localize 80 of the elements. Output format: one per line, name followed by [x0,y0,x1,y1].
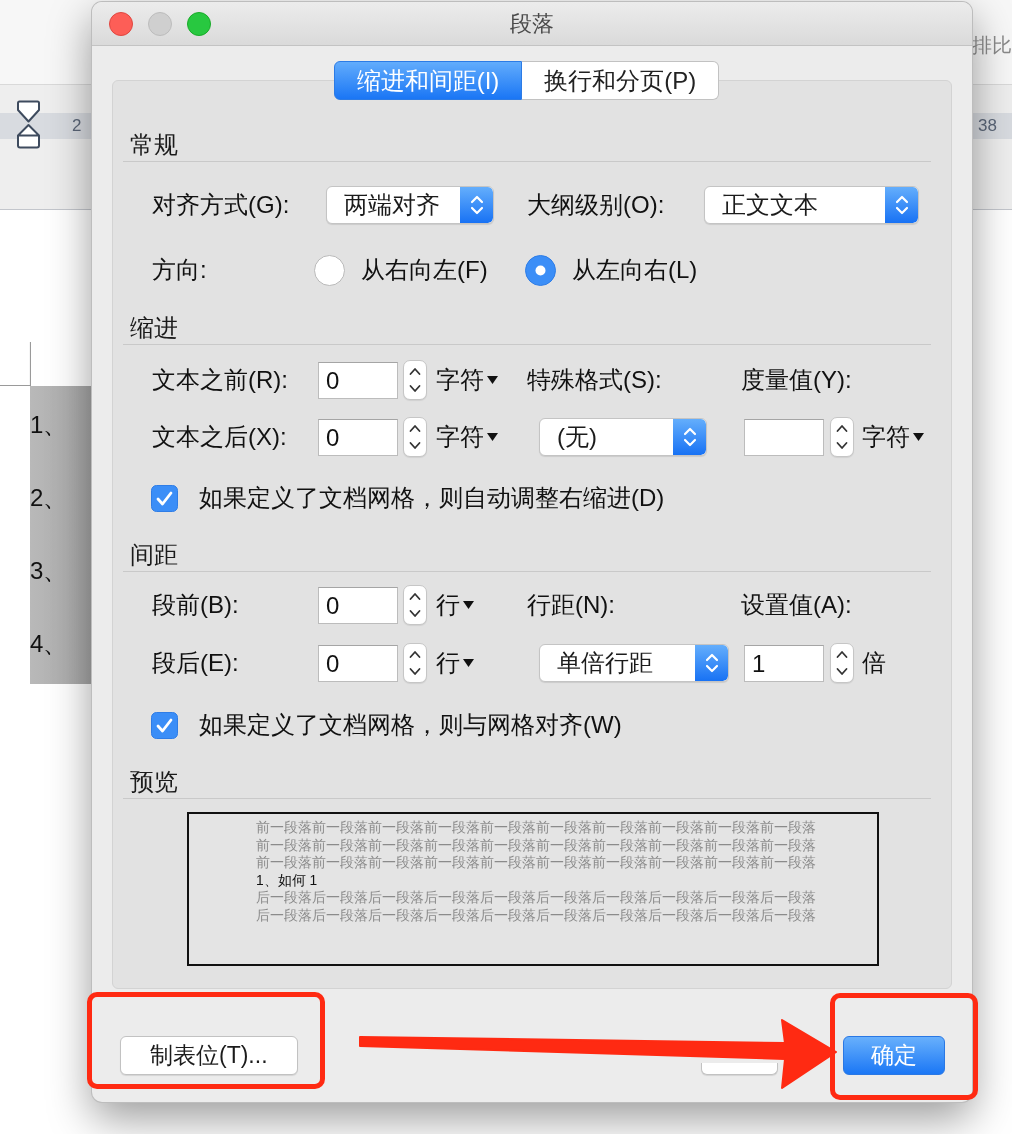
special-indent-select[interactable]: (无) [539,418,707,456]
preview-text-line: 前一段落前一段落前一段落前一段落前一段落前一段落前一段落前一段落前一段落前一段落 [256,837,816,853]
push-button[interactable]: 制表位(T)... [120,1036,298,1075]
up-down-chevron-icon [695,645,728,681]
radio-button[interactable] [314,254,345,286]
field-label: 段后(E): [152,649,239,677]
ruler-number: 2 [72,116,82,136]
field-label: 方向: [152,256,207,284]
indent-amount-field[interactable] [744,418,824,456]
preview-text-line: 后一段落后一段落后一段落后一段落后一段落后一段落后一段落后一段落后一段落后一段落 [256,890,816,905]
up-down-chevron-icon [409,649,421,677]
preview-text-line: 前一段落前一段落前一段落前一段落前一段落前一段落前一段落前一段落前一段落前一段落 [256,855,816,870]
close-button[interactable] [109,11,133,36]
radio-button[interactable] [525,254,556,286]
preview-text-line: 1、如何 1 [256,872,318,888]
outline-level-select[interactable]: 正文文本 [704,186,919,224]
section-heading: 间距 [130,541,178,568]
radio-label: 从右向左(F) [361,256,488,284]
up-down-chevron-icon [409,423,421,451]
unit-menu[interactable]: 行 [436,649,474,677]
field-label: 设置值(A): [741,591,852,619]
stepper[interactable] [830,417,854,457]
field-label: 度量值(Y): [741,366,852,394]
stepper[interactable] [830,643,854,683]
unit-menu[interactable]: 字符 [862,423,924,451]
field-label: 行距(N): [527,591,615,619]
caret-icon [487,433,498,441]
stepper[interactable] [403,643,427,683]
preview-text-line: 后一段落后一段落后一段落后一段落后一段落后一段落后一段落后一段落后一段落后一段落 [256,907,816,923]
line-spacing-select[interactable]: 单倍行距 [539,644,729,682]
section-heading: 常规 [130,131,178,158]
caret-icon [913,433,924,441]
preview-text-line: 前一段落前一段落前一段落前一段落前一段落前一段落前一段落前一段落前一段落前一段落 [256,820,816,835]
unit-label: 倍 [862,649,886,677]
up-down-chevron-icon [673,419,706,455]
section-heading: 预览 [130,768,178,795]
spacing-before-field[interactable]: 0 [318,586,398,624]
up-down-chevron-icon [885,187,918,223]
unit-menu[interactable]: 字符 [436,366,498,394]
unit-menu[interactable]: 行 [436,591,474,619]
hourglass-icon[interactable] [16,100,41,149]
checkbox-label: 如果定义了文档网格，则自动调整右缩进(D) [199,484,665,512]
stepper[interactable] [403,417,427,457]
checkbox[interactable] [151,484,178,512]
stepper[interactable] [403,585,427,625]
up-down-chevron-icon [836,423,848,451]
unit-menu[interactable]: 字符 [436,423,498,451]
spacing-after-field[interactable]: 0 [318,644,398,682]
zoom-button[interactable] [187,11,211,36]
caret-icon [463,601,474,609]
list-item-text: 1、 [30,411,68,438]
tab[interactable]: 换行和分页(P) [522,61,720,100]
list-item-text: 3、 [30,557,68,584]
alignment-select[interactable]: 两端对齐 [326,186,494,224]
spacing-amount-field[interactable]: 1 [744,644,824,682]
field-label: 对齐方式(G): [152,191,290,219]
up-down-chevron-icon [409,366,421,394]
indent-before-field[interactable]: 0 [318,361,398,399]
indent-after-field[interactable]: 0 [318,418,398,456]
ruler-number: 38 [978,116,997,136]
radio-label: 从左向右(L) [572,256,698,284]
corner-mark-icon [0,342,31,386]
checkbox[interactable] [151,711,178,739]
field-label: 段前(B): [152,591,239,619]
toolbar-label: 排比 [972,33,1012,57]
checkbox-label: 如果定义了文档网格，则与网格对齐(W) [199,711,622,739]
up-down-chevron-icon [836,649,848,677]
stepper[interactable] [403,360,427,400]
field-label: 大纲级别(O): [527,191,665,219]
section-heading: 缩进 [130,314,178,341]
up-down-chevron-icon [460,187,493,223]
caret-icon [487,376,498,384]
field-label: 文本之前(R): [152,366,288,394]
field-label: 文本之后(X): [152,423,287,451]
caret-icon [463,659,474,667]
list-item-text: 4、 [30,630,68,657]
window-title: 段落 [510,10,554,37]
up-down-chevron-icon [409,591,421,619]
field-label: 特殊格式(S): [527,366,662,394]
list-item-text: 2、 [30,484,68,511]
